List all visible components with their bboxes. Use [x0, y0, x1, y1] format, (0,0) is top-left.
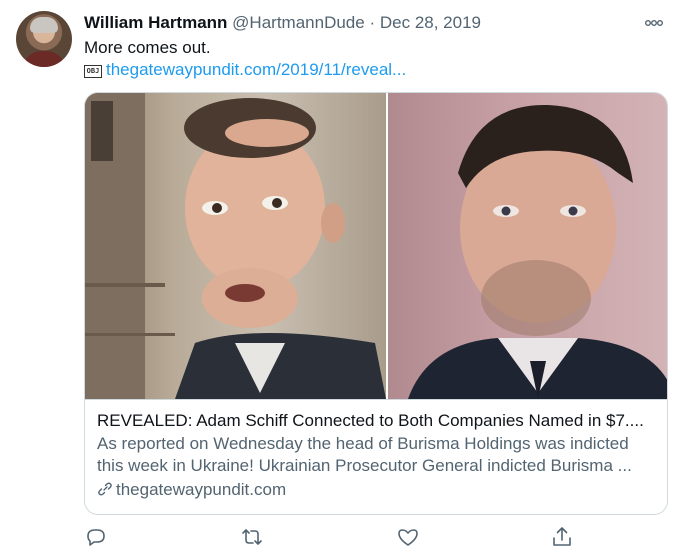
retweet-icon[interactable] — [240, 525, 264, 549]
tweet-actions — [84, 525, 584, 551]
avatar-shirt — [22, 51, 66, 67]
card-body[interactable]: REVEALED: Adam Schiff Connected to Both … — [85, 399, 667, 514]
author-name[interactable]: William Hartmann — [84, 13, 227, 32]
more-options-icon[interactable] — [644, 15, 664, 31]
reply-icon[interactable] — [84, 525, 108, 549]
object-replacement-glyph: OBJ — [84, 65, 102, 78]
tweet-date[interactable]: Dec 28, 2019 — [380, 13, 481, 32]
photo-left-illustration — [85, 93, 386, 399]
card-photo-left — [85, 93, 386, 399]
header-separator: · — [369, 13, 376, 32]
card-domain-text: thegatewaypundit.com — [116, 480, 287, 499]
link-icon — [98, 482, 112, 496]
tweet-link[interactable]: OBJ thegatewaypundit.com/2019/11/reveal..… — [84, 60, 406, 80]
link-preview-card[interactable]: REVEALED: Adam Schiff Connected to Both … — [84, 92, 668, 515]
tweet-link-text[interactable]: thegatewaypundit.com/2019/11/reveal... — [106, 60, 406, 79]
share-icon[interactable] — [550, 525, 574, 549]
card-description: As reported on Wednesday the head of Bur… — [97, 434, 632, 475]
card-domain: thegatewaypundit.com — [97, 479, 655, 501]
card-photo-right — [386, 93, 667, 399]
like-icon[interactable] — [396, 525, 420, 549]
card-title[interactable]: REVEALED: Adam Schiff Connected to Both … — [97, 410, 655, 432]
avatar-hair — [30, 17, 58, 33]
card-image[interactable] — [85, 93, 667, 399]
photo-right-illustration — [408, 104, 667, 399]
author-handle[interactable]: @HartmannDude — [232, 13, 365, 32]
tweet-text: More comes out. — [84, 38, 211, 57]
avatar[interactable] — [16, 11, 72, 67]
tweet-header: William Hartmann @HartmannDude · Dec 28,… — [84, 13, 664, 35]
